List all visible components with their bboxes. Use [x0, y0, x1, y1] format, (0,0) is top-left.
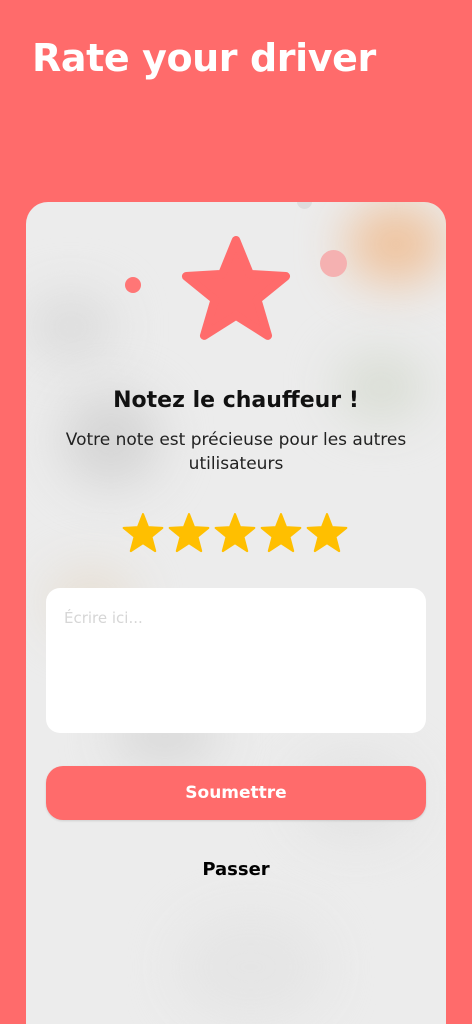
blurred-background-shape — [26, 292, 116, 362]
comment-input[interactable] — [46, 588, 426, 733]
page-title: Rate your driver — [32, 36, 376, 80]
rating-star-3-icon[interactable] — [214, 512, 256, 554]
rating-star-4-icon[interactable] — [260, 512, 302, 554]
rating-star-5-icon[interactable] — [306, 512, 348, 554]
rating-card-heading: Notez le chauffeur ! — [113, 388, 359, 413]
rating-card: Notez le chauffeur ! Votre note est préc… — [26, 202, 446, 1024]
star-icon — [181, 236, 291, 340]
blurred-background-shape — [176, 912, 326, 1022]
blurred-background-shape — [346, 204, 446, 284]
submit-button[interactable]: Soumettre — [46, 766, 426, 820]
decorative-dot — [125, 277, 141, 293]
star-rating-control[interactable] — [122, 512, 352, 554]
rating-star-2-icon[interactable] — [168, 512, 210, 554]
rate-driver-screen: Rate your driver Notez le chauffeur ! Vo… — [0, 0, 472, 1024]
rating-star-1-icon[interactable] — [122, 512, 164, 554]
rating-card-subtitle: Votre note est précieuse pour les autres… — [65, 430, 407, 474]
decorative-dot — [320, 250, 347, 277]
decorative-dot — [297, 202, 312, 209]
skip-button[interactable]: Passer — [176, 853, 296, 885]
